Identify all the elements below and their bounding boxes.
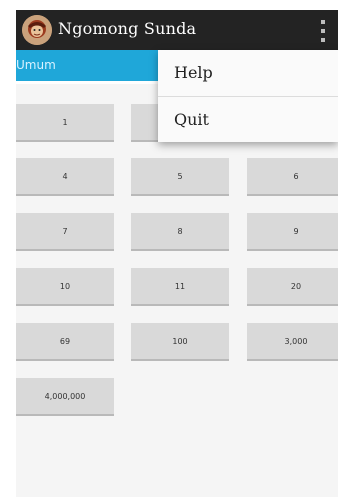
menu-item-help-label: Help bbox=[174, 63, 213, 82]
number-button-10[interactable]: 10 bbox=[16, 268, 114, 306]
tab-umum[interactable]: Umum bbox=[16, 58, 56, 72]
overflow-menu: Help Quit bbox=[158, 50, 338, 142]
number-button-11[interactable]: 11 bbox=[131, 268, 229, 306]
character-avatar-icon[interactable] bbox=[22, 15, 52, 45]
menu-item-quit[interactable]: Quit bbox=[158, 97, 338, 143]
menu-item-quit-label: Quit bbox=[174, 110, 209, 129]
number-button-4000000[interactable]: 4,000,000 bbox=[16, 378, 114, 416]
number-button-4[interactable]: 4 bbox=[16, 158, 114, 196]
tab-selected-indicator bbox=[16, 81, 158, 84]
number-button-6[interactable]: 6 bbox=[247, 158, 338, 196]
number-button-3000[interactable]: 3,000 bbox=[247, 323, 338, 361]
number-button-100[interactable]: 100 bbox=[131, 323, 229, 361]
number-button-7[interactable]: 7 bbox=[16, 213, 114, 251]
menu-item-help[interactable]: Help bbox=[158, 50, 338, 96]
number-button-69[interactable]: 69 bbox=[16, 323, 114, 361]
number-button-5[interactable]: 5 bbox=[131, 158, 229, 196]
number-button-1[interactable]: 1 bbox=[16, 104, 114, 142]
app-title: Ngomong Sunda bbox=[58, 19, 197, 38]
action-bar: Ngomong Sunda bbox=[16, 10, 338, 50]
number-button-9[interactable]: 9 bbox=[247, 213, 338, 251]
number-button-8[interactable]: 8 bbox=[131, 213, 229, 251]
number-button-20[interactable]: 20 bbox=[247, 268, 338, 306]
overflow-menu-icon[interactable] bbox=[312, 15, 334, 45]
